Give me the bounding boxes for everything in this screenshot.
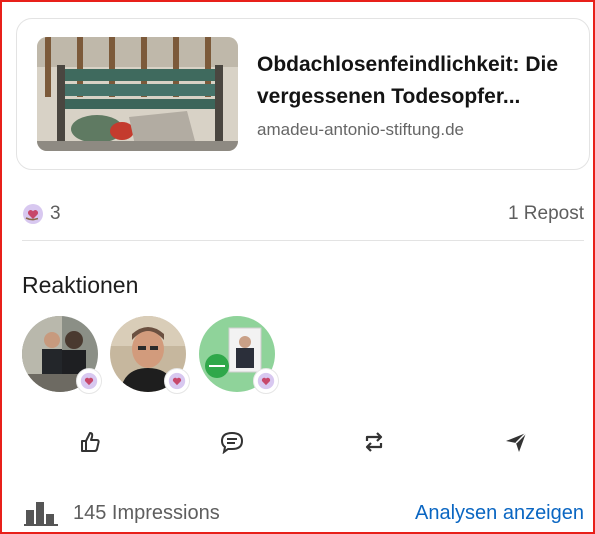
heart-hand-icon: [164, 368, 190, 394]
impressions-count[interactable]: 145 Impressions: [73, 502, 220, 525]
link-preview-title[interactable]: Obdachlosenfeindlichkeit: Die vergessene…: [257, 49, 577, 113]
bar-chart-icon: [24, 500, 58, 526]
repost-button[interactable]: [360, 430, 388, 458]
heart-hand-icon: [76, 368, 102, 394]
reactor-avatar-2[interactable]: [110, 316, 190, 394]
send-icon: [504, 430, 528, 459]
impressions-footer: 145 Impressions Analysen anzeigen: [22, 496, 584, 530]
heart-hand-icon: [253, 368, 279, 394]
post-social-panel: Obdachlosenfeindlichkeit: Die vergessene…: [0, 0, 595, 534]
comment-button[interactable]: [218, 430, 246, 458]
reaction-count[interactable]: 3: [50, 203, 61, 225]
repost-icon: [362, 429, 386, 460]
social-counts: 3 1 Repost: [22, 200, 584, 232]
repost-count[interactable]: 1 Repost: [508, 203, 584, 225]
like-button[interactable]: [76, 430, 104, 458]
heart-hand-icon[interactable]: [22, 203, 44, 225]
send-button[interactable]: [502, 430, 530, 458]
post-actions-bar: [22, 424, 584, 464]
reactor-avatar-1[interactable]: [22, 316, 102, 394]
like-thumb-icon: [78, 430, 102, 459]
view-analytics-link[interactable]: Analysen anzeigen: [415, 502, 584, 525]
comment-icon: [219, 430, 245, 459]
link-preview-domain: amadeu-antonio-stiftung.de: [257, 120, 464, 139]
reactions-heading: Reaktionen: [22, 272, 139, 298]
link-preview-card[interactable]: Obdachlosenfeindlichkeit: Die vergessene…: [16, 18, 590, 170]
divider: [22, 240, 584, 241]
reactor-avatar-3[interactable]: [199, 316, 279, 394]
link-preview-thumbnail[interactable]: [37, 37, 238, 151]
